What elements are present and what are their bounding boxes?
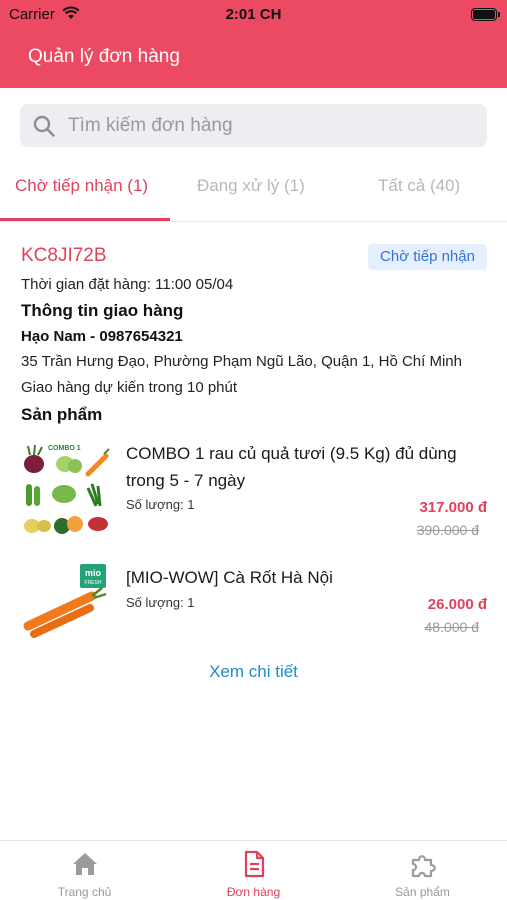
product-price: 317.000 đ — [419, 499, 487, 516]
bottom-nav-home[interactable]: Trang chủ — [0, 841, 169, 900]
svg-text:FRESH: FRESH — [85, 580, 102, 586]
tab-all[interactable]: Tất cả (40) — [378, 176, 460, 196]
product-quantity: Số lượng: 1 — [126, 497, 195, 512]
products-title: Sản phẩm — [21, 405, 103, 424]
divider — [0, 221, 507, 222]
product-old-price: 48.000 đ — [424, 619, 480, 635]
address: 35 Trần Hưng Đạo, Phường Phạm Ngũ Lão, Q… — [21, 353, 462, 370]
tab-processing[interactable]: Đang xử lý (1) — [197, 176, 305, 196]
recipient: Hạo Nam - 0987654321 — [21, 328, 183, 345]
bottom-nav-label: Đơn hàng — [226, 885, 281, 899]
page-title: Quản lý đơn hàng — [28, 46, 180, 67]
delivery-eta: Giao hàng dự kiến trong 10 phút — [21, 379, 238, 396]
product-name: [MIO-WOW] Cà Rốt Hà Nội — [126, 568, 333, 587]
product-thumbnail: mio FRESH — [20, 562, 110, 652]
product-name: COMBO 1 rau củ quả tươi (9.5 Kg) đủ dùng… — [126, 444, 457, 490]
product-quantity: Số lượng: 1 — [126, 595, 195, 610]
search-input[interactable] — [68, 104, 478, 147]
bottom-nav-label: Trang chủ — [57, 885, 112, 899]
battery-icon — [471, 8, 500, 21]
product-price: 26.000 đ — [427, 596, 487, 613]
bottom-nav-label: Sản phẩm — [395, 885, 450, 899]
search-icon — [32, 114, 56, 143]
home-icon — [71, 850, 99, 878]
bottom-nav-orders[interactable]: Đơn hàng — [169, 841, 338, 900]
product-thumbnail: COMBO 1 — [20, 440, 110, 534]
status-bar: Carrier 2:01 CH — [0, 0, 507, 30]
search-bar[interactable] — [20, 104, 487, 147]
shipping-info-title: Thông tin giao hàng — [21, 301, 184, 320]
view-details-link[interactable]: Xem chi tiết — [0, 662, 507, 682]
order-time: Thời gian đặt hàng: 11:00 05/04 — [21, 276, 234, 293]
tab-pending[interactable]: Chờ tiếp nhận (1) — [15, 176, 148, 196]
header-bar: Quản lý đơn hàng — [0, 30, 507, 88]
status-badge: Chờ tiếp nhận — [368, 244, 487, 270]
thumb-label: COMBO 1 — [48, 445, 81, 452]
bottom-tab-bar: Trang chủ Đơn hàng Sản phẩm — [0, 840, 507, 900]
product-old-price: 390.000 đ — [416, 522, 479, 538]
clock: 2:01 CH — [225, 6, 282, 23]
bottom-nav-products[interactable]: Sản phẩm — [338, 841, 507, 900]
order-tabs: Chờ tiếp nhận (1) Đang xử lý (1) Tất cả … — [0, 160, 507, 222]
order-code: KC8JI72B — [21, 245, 107, 266]
document-icon — [240, 850, 268, 878]
thumb-label: mio — [85, 568, 102, 578]
puzzle-icon — [409, 850, 437, 878]
